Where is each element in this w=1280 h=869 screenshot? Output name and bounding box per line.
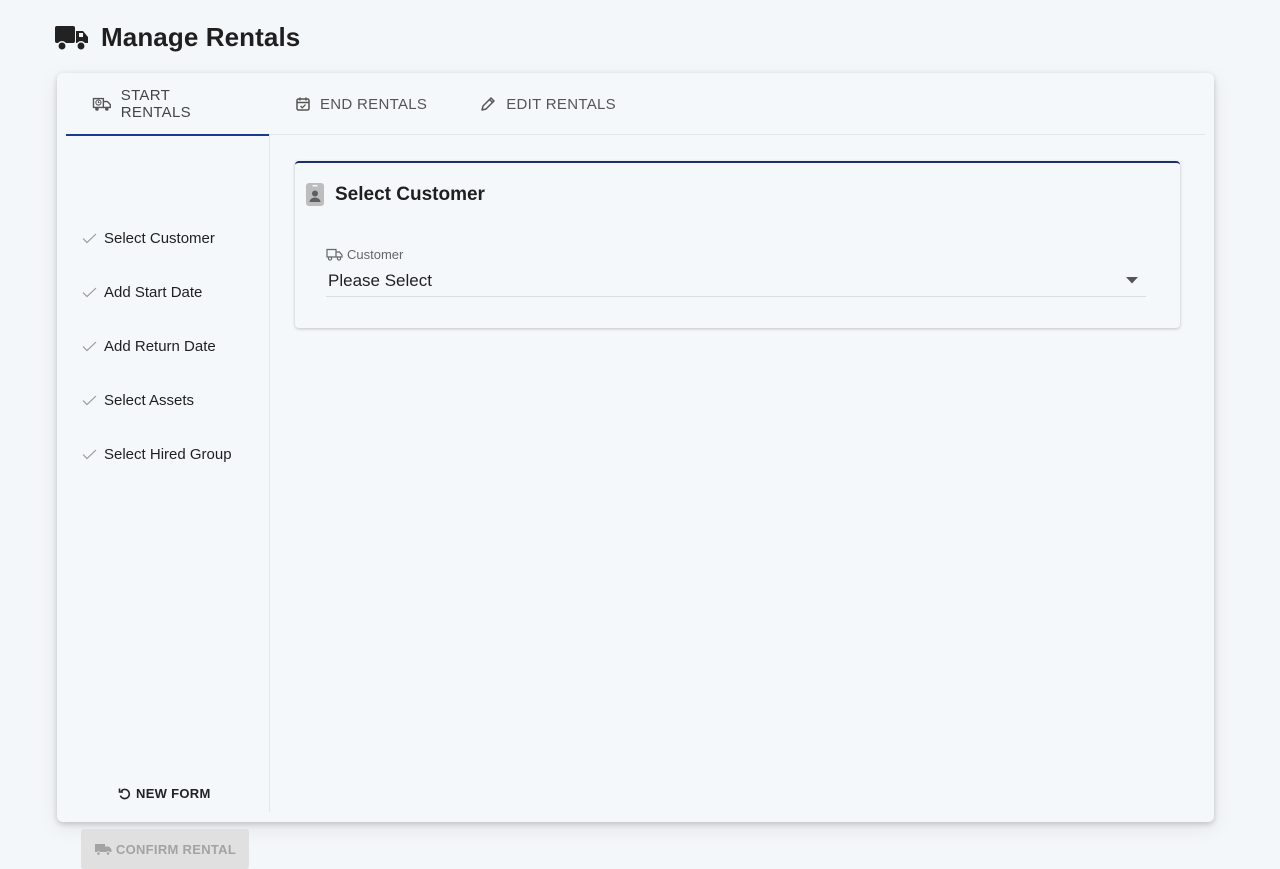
step-add-start-date[interactable]: Add Start Date xyxy=(82,284,202,301)
check-icon xyxy=(82,287,97,298)
tab-label: EDIT RENTALS xyxy=(506,95,616,113)
truck-icon xyxy=(94,844,112,856)
new-form-label: NEW FORM xyxy=(136,786,211,801)
confirm-rental-button[interactable]: CONFIRM RENTAL xyxy=(81,829,249,869)
page-title: Manage Rentals xyxy=(101,21,301,52)
step-select-assets[interactable]: Select Assets xyxy=(82,392,194,409)
page-header: Manage Rentals xyxy=(54,18,300,56)
steps-panel: Select Customer Add Start Date Add Retur… xyxy=(57,135,270,869)
check-icon xyxy=(82,395,97,406)
check-icon xyxy=(82,233,97,244)
step-label: Select Customer xyxy=(104,230,215,247)
step-label: Select Hired Group xyxy=(104,446,232,463)
new-form-button[interactable]: NEW FORM xyxy=(118,786,211,801)
step-label: Select Assets xyxy=(104,392,195,409)
step-label: Add Return Date xyxy=(104,338,216,355)
caret-down-icon xyxy=(1126,277,1138,284)
undo-icon xyxy=(118,788,131,799)
tab-end-rentals[interactable]: END RENTALS xyxy=(269,73,453,135)
tab-start-rentals[interactable]: START RENTALS xyxy=(66,73,269,136)
step-add-return-date[interactable]: Add Return Date xyxy=(82,338,216,355)
pencil-icon xyxy=(481,97,495,111)
confirm-rental-label: CONFIRM RENTAL xyxy=(115,841,237,857)
check-icon xyxy=(82,341,97,352)
customer-field-label: Customer xyxy=(326,247,403,262)
step-select-hired-group[interactable]: Select Hired Group xyxy=(82,446,232,463)
rental-tabs: START RENTALS END RENTALS EDIT RENTALS xyxy=(66,73,1205,136)
step-select-customer[interactable]: Select Customer xyxy=(82,230,215,247)
check-icon xyxy=(82,449,97,460)
truck-clock-icon xyxy=(92,97,111,111)
select-customer-header: Select Customer xyxy=(306,183,485,206)
rentals-card: START RENTALS END RENTALS EDIT RENTALS S… xyxy=(57,73,1214,869)
contact-card-icon xyxy=(306,183,324,206)
tab-label: END RENTALS xyxy=(320,95,428,113)
truck-outline-icon xyxy=(326,248,343,261)
step-label: Add Start Date xyxy=(104,284,203,301)
tab-edit-rentals[interactable]: EDIT RENTALS xyxy=(453,73,642,135)
truck-icon xyxy=(55,26,88,51)
select-customer-title: Select Customer xyxy=(335,183,485,205)
select-customer-card: Select Customer Customer Please Select xyxy=(295,161,1180,328)
customer-select-value: Please Select xyxy=(328,271,432,290)
tab-label: START RENTALS xyxy=(120,87,191,121)
customer-select[interactable]: Customer Please Select xyxy=(326,247,1146,297)
calendar-check-icon xyxy=(296,97,310,111)
customer-label-text: Customer xyxy=(347,247,404,262)
